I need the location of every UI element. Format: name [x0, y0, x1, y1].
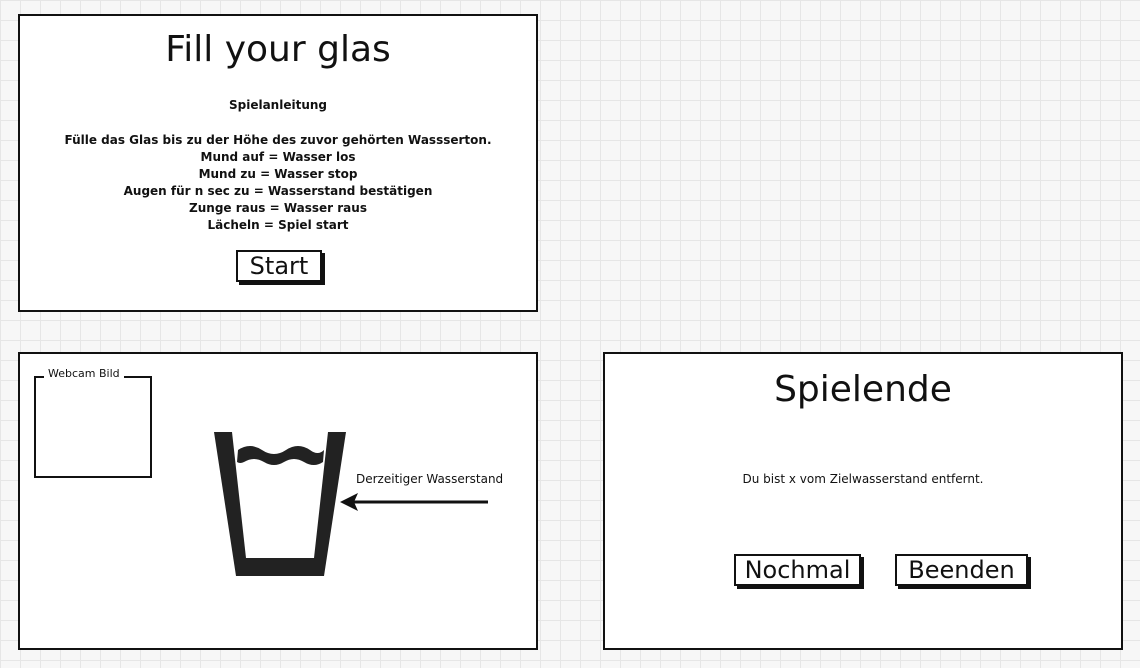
instructions-heading: Spielanleitung [228, 98, 327, 112]
end-screen-panel: Spielende Du bist x vom Zielwasserstand … [603, 352, 1123, 650]
instruction-item: Lächeln = Spiel start [207, 218, 349, 232]
instruction-item: Zunge raus = Wasser raus [189, 201, 367, 215]
glass-with-water-icon [214, 432, 346, 576]
arrow-left-icon [340, 493, 488, 511]
end-title: Spielende [774, 369, 952, 410]
webcam-view: Webcam Bild [34, 367, 152, 478]
webcam-label: Webcam Bild [44, 367, 124, 380]
start-title: Fill your glas [165, 29, 391, 70]
instruction-item: Mund auf = Wasser los [200, 150, 356, 164]
instructions-list: Fülle das Glas bis zu der Höhe des zuvor… [20, 132, 536, 234]
start-button[interactable]: Start [236, 250, 322, 282]
play-again-button[interactable]: Nochmal [734, 554, 861, 586]
start-screen-panel: Fill your glas Spielanleitung Fülle das … [18, 14, 538, 312]
water-level-label: Derzeitiger Wasserstand [356, 472, 504, 486]
instruction-item: Fülle das Glas bis zu der Höhe des zuvor… [64, 133, 492, 147]
quit-button[interactable]: Beenden [895, 554, 1028, 586]
instruction-item: Mund zu = Wasser stop [198, 167, 358, 181]
game-screen-panel: Webcam Bild Derzeitiger Wasserstand [18, 352, 538, 650]
instruction-item: Augen für n sec zu = Wasserstand bestäti… [123, 184, 433, 198]
result-text: Du bist x vom Zielwasserstand entfernt. [742, 472, 984, 486]
